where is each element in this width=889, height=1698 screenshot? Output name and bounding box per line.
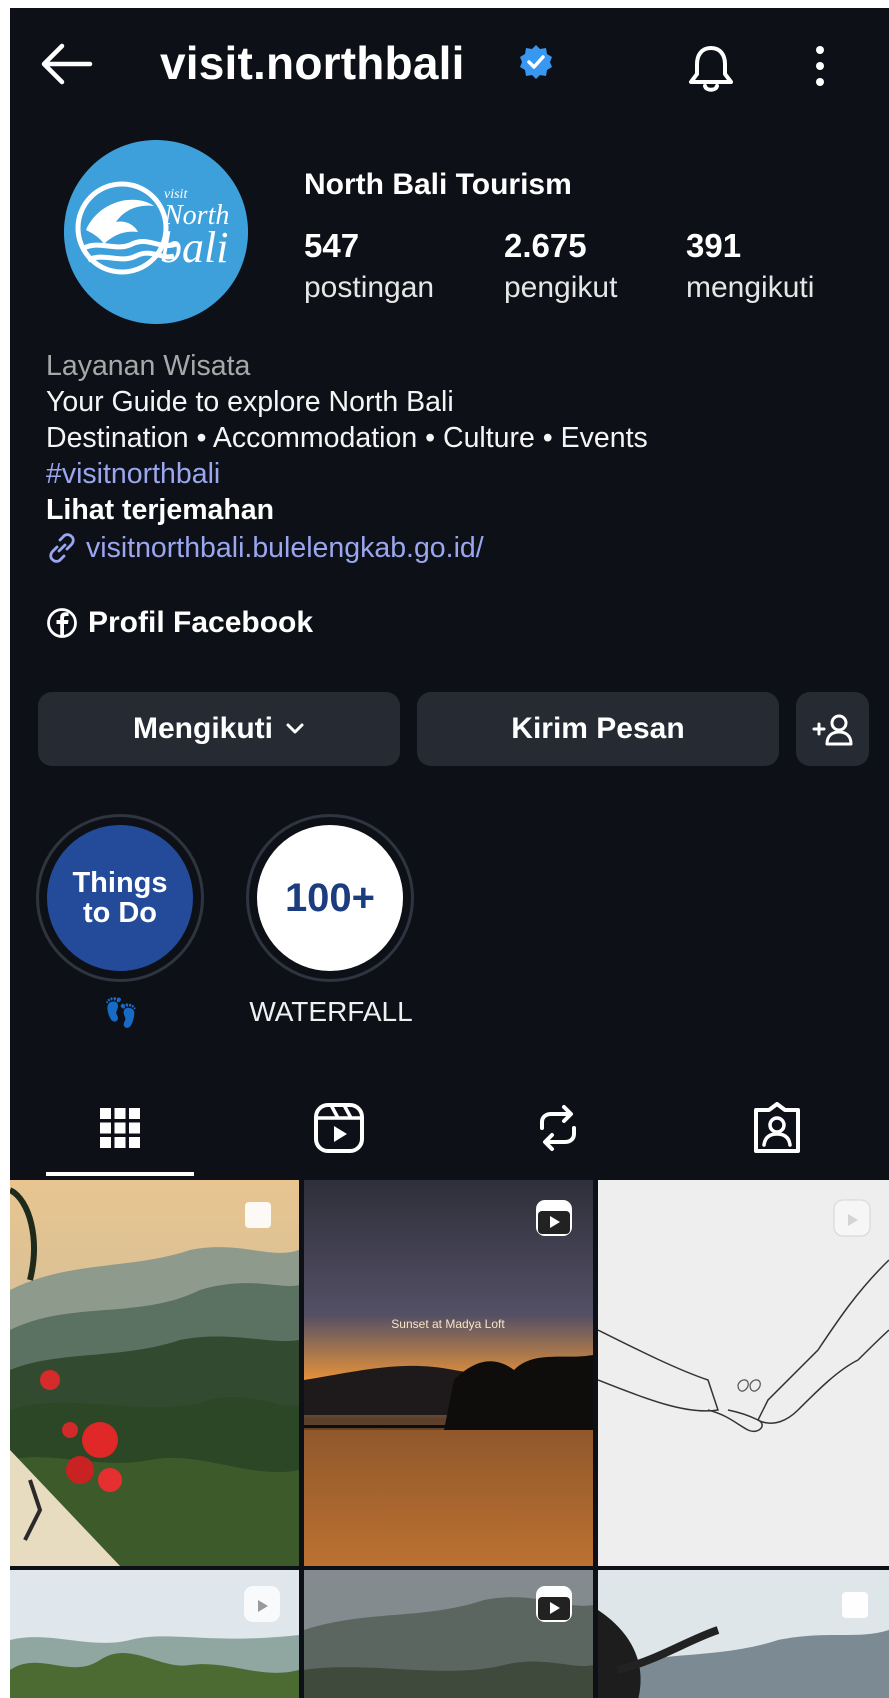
highlight-things-to-do[interactable]: Things to Do 👣 (36, 814, 206, 1029)
stat-following[interactable]: 391 mengikuti (686, 226, 814, 310)
category-label: Layanan Wisata (46, 350, 251, 382)
add-person-icon (812, 711, 854, 747)
back-arrow-icon[interactable] (38, 42, 94, 86)
bio-line-2: Destination • Accommodation • Culture • … (46, 422, 648, 454)
stat-following-count: 391 (686, 227, 742, 264)
following-label: Mengikuti (133, 712, 273, 745)
svg-text:bali: bali (160, 223, 228, 272)
stat-followers-label: pengikut (504, 271, 618, 304)
highlight-cover: 100+ (257, 825, 403, 971)
chevron-down-icon (285, 722, 305, 736)
display-name: North Bali Tourism (304, 168, 572, 201)
profile-tabs (10, 1078, 889, 1178)
tagged-icon (752, 1102, 802, 1154)
stat-posts[interactable]: 547 postingan (304, 226, 434, 310)
tab-reels[interactable] (229, 1078, 448, 1178)
add-person-button[interactable] (796, 692, 869, 766)
bio-line-1: Your Guide to explore North Bali (46, 386, 454, 418)
facebook-label: Profil Facebook (88, 606, 314, 639)
reels-icon (313, 1102, 365, 1154)
hashtag-link[interactable]: #visitnorthbali (46, 456, 866, 492)
stat-posts-count: 547 (304, 227, 360, 264)
highlight-cover-text-2: to Do (82, 897, 158, 929)
highlight-cover: Things to Do (44, 822, 196, 974)
stat-posts-label: postingan (304, 271, 435, 304)
highlight-caption-waterfall: WATERFALL (249, 996, 413, 1027)
avatar[interactable]: visit North bali (64, 140, 248, 324)
facebook-icon (46, 607, 78, 639)
facebook-profile-link[interactable]: Profil Facebook (46, 606, 313, 640)
post-thumbnail[interactable] (598, 1180, 889, 1566)
see-translation-link[interactable]: Lihat terjemahan (46, 492, 866, 528)
website-url: visitnorthbali.bulelengkab.go.id/ (86, 532, 484, 564)
highlight-caption-footprints: 👣 (103, 997, 139, 1028)
highlight-ring: Things to Do (36, 814, 204, 982)
send-message-button[interactable]: Kirim Pesan (417, 692, 779, 766)
reel-overlay-text: Sunset at Madya Loft (391, 1317, 505, 1331)
profile-screen: visit.northbali visit North bali North B… (10, 8, 889, 1698)
website-link[interactable]: visitnorthbali.bulelengkab.go.id/ (46, 530, 866, 566)
post-thumbnail[interactable] (10, 1180, 299, 1566)
stat-followers[interactable]: 2.675 pengikut (504, 226, 617, 310)
bell-icon[interactable] (686, 42, 736, 94)
grid-icon (98, 1106, 142, 1150)
highlight-waterfall[interactable]: 100+ WATERFALL (246, 814, 416, 1028)
stat-followers-count: 2.675 (504, 227, 587, 264)
highlight-cover-text-1: Things (72, 867, 168, 899)
send-message-label: Kirim Pesan (511, 712, 685, 745)
reposts-icon (534, 1102, 582, 1154)
highlight-ring: 100+ (246, 814, 414, 982)
following-button[interactable]: Mengikuti (38, 692, 400, 766)
tab-posts-grid[interactable] (10, 1078, 229, 1178)
post-thumbnail[interactable]: Sunset at Madya Loft (304, 1180, 593, 1566)
post-thumbnail[interactable] (10, 1570, 299, 1698)
username-title: visit.northbali (160, 37, 465, 89)
post-thumbnail[interactable] (598, 1570, 889, 1698)
highlight-cover-text: 100+ (284, 875, 376, 920)
post-thumbnail[interactable] (304, 1570, 593, 1698)
link-icon (46, 532, 78, 564)
more-options-icon[interactable] (810, 42, 830, 92)
bio: Layanan Wisata Your Guide to explore Nor… (46, 348, 866, 566)
top-bar: visit.northbali (10, 8, 889, 118)
active-tab-indicator (46, 1172, 194, 1176)
tab-reposts[interactable] (448, 1078, 667, 1178)
tab-tagged[interactable] (667, 1078, 886, 1178)
verified-badge-icon (518, 44, 554, 80)
stat-following-label: mengikuti (686, 271, 815, 304)
